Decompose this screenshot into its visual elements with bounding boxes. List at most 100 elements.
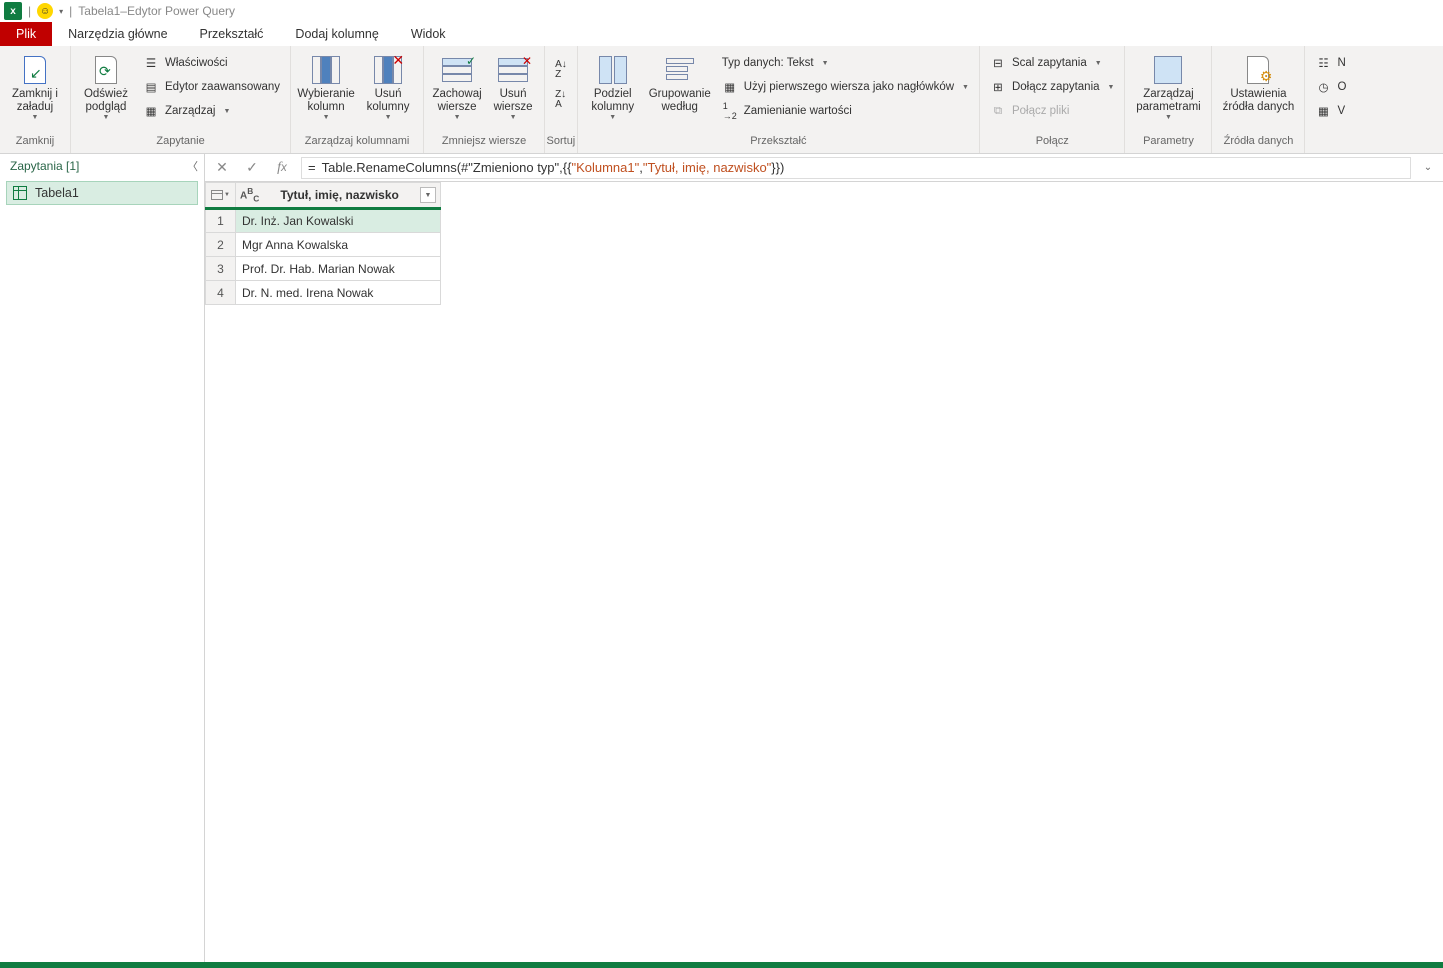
table-row[interactable]: 4Dr. N. med. Irena Nowak	[206, 281, 441, 305]
cancel-formula-button[interactable]: ✕	[211, 157, 233, 179]
close-and-load-button[interactable]: ↙ Zamknij i załaduj ▼	[6, 50, 64, 121]
group-reduce-rows-label: Zmniejsz wiersze	[424, 135, 544, 153]
formula-equals: =	[308, 160, 316, 175]
caret-down-icon: ▼	[1108, 84, 1115, 91]
expand-formula-button[interactable]: ⌄	[1419, 162, 1437, 173]
table-icon	[211, 190, 223, 200]
table-icon: ▦	[722, 79, 738, 95]
type-text-icon: ABC	[240, 186, 259, 203]
new-source-button[interactable]: ☷N	[1311, 52, 1350, 74]
collapse-pane-icon[interactable]: 〈	[187, 158, 198, 174]
use-first-row-headers-button[interactable]: ▦Użyj pierwszego wiersza jako nagłówków▼	[718, 76, 973, 98]
group-new-query: ☷N ◷O ▦V	[1305, 46, 1356, 153]
properties-icon: ☰	[143, 55, 159, 71]
formula-string-1: "Kolumna1"	[571, 160, 639, 175]
caret-down-icon: ▼	[32, 114, 39, 121]
table-row[interactable]: 3Prof. Dr. Hab. Marian Nowak	[206, 257, 441, 281]
remove-columns-button[interactable]: ✕ Usuń kolumny ▼	[359, 50, 417, 121]
split-column-button[interactable]: Podziel kolumny ▼	[584, 50, 642, 121]
merge-queries-label: Scal zapytania	[1012, 57, 1087, 69]
table-row[interactable]: 1Dr. Inż. Jan Kowalski	[206, 209, 441, 233]
accept-formula-button[interactable]: ✓	[241, 157, 263, 179]
tab-transform[interactable]: Przekształć	[184, 22, 280, 46]
manage-parameters-label: Zarządzaj parametrami	[1136, 88, 1201, 114]
enter-data-icon: ▦	[1315, 103, 1331, 119]
enter-data-label: V	[1337, 105, 1345, 117]
query-item-tabela1[interactable]: Tabela1	[6, 181, 198, 205]
tab-add-column[interactable]: Dodaj kolumnę	[279, 22, 394, 46]
editor-icon: ▤	[143, 79, 159, 95]
combine-files-label: Połącz pliki	[1012, 105, 1070, 117]
group-data-sources-label: Źródła danych	[1212, 135, 1304, 153]
smiley-icon[interactable]: ☺	[37, 3, 53, 19]
data-type-button[interactable]: Typ danych: Tekst▼	[718, 52, 973, 74]
queries-pane-title: Zapytania [1]	[10, 159, 79, 173]
separator: |	[69, 4, 72, 18]
keep-rows-label: Zachowaj wiersze	[432, 88, 481, 114]
ribbon: ↙ Zamknij i załaduj ▼ Zamknij ⟳ Odśwież …	[0, 46, 1443, 154]
refresh-preview-button[interactable]: ⟳ Odśwież podgląd ▼	[77, 50, 135, 121]
formula-text-3: }})	[771, 160, 784, 175]
tab-view[interactable]: Widok	[395, 22, 462, 46]
grid-corner-menu[interactable]: ▼	[206, 183, 236, 209]
qat-dropdown-icon[interactable]: ▾	[59, 7, 63, 16]
separator: |	[28, 4, 31, 18]
split-column-label: Podziel kolumny	[591, 88, 634, 114]
caret-down-icon: ▼	[609, 114, 616, 121]
sort-desc-button[interactable]: Z↓A	[555, 86, 567, 114]
replace-icon: 1→2	[722, 103, 738, 119]
append-queries-button[interactable]: ⊞ Dołącz zapytania ▼	[986, 76, 1119, 98]
sort-asc-button[interactable]: A↓Z	[555, 56, 567, 84]
row-number: 4	[206, 281, 236, 305]
window-title: Tabela1–Edytor Power Query	[78, 4, 235, 18]
sort-asc-icon: A↓Z	[555, 60, 567, 80]
fx-icon[interactable]: fx	[271, 157, 293, 179]
properties-label: Właściwości	[165, 57, 228, 69]
column-filter-button[interactable]: ▼	[420, 187, 436, 203]
queries-pane: Zapytania [1] 〈 Tabela1	[0, 154, 205, 962]
manage-parameters-button[interactable]: Zarządzaj parametrami ▼	[1131, 50, 1205, 121]
data-source-settings-button[interactable]: ⚙ Ustawienia źródła danych	[1218, 50, 1298, 114]
tab-home[interactable]: Narzędzia główne	[52, 22, 183, 46]
replace-values-button[interactable]: 1→2 Zamienianie wartości	[718, 100, 973, 122]
column-header[interactable]: ABC Tytuł, imię, nazwisko ▼	[236, 183, 441, 209]
query-item-label: Tabela1	[35, 186, 79, 200]
keep-rows-button[interactable]: ✓ Zachowaj wiersze ▼	[430, 50, 484, 121]
formula-bar: ✕ ✓ fx = Table.RenameColumns(#"Zmieniono…	[205, 154, 1443, 182]
choose-columns-button[interactable]: Wybieranie kolumn ▼	[297, 50, 355, 121]
status-bar	[0, 962, 1443, 968]
enter-data-button[interactable]: ▦V	[1311, 100, 1350, 122]
main-area: ✕ ✓ fx = Table.RenameColumns(#"Zmieniono…	[205, 154, 1443, 962]
group-query-label: Zapytanie	[71, 135, 290, 153]
manage-icon: ▦	[143, 103, 159, 119]
data-preview: ▼ ABC Tytuł, imię, nazwisko ▼ 1Dr. Inż. …	[205, 182, 1443, 305]
caret-down-icon: ▼	[1165, 114, 1172, 121]
caret-down-icon: ▼	[323, 114, 330, 121]
append-icon: ⊞	[990, 79, 1006, 95]
caret-down-icon: ▼	[103, 114, 110, 121]
merge-queries-button[interactable]: ⊟Scal zapytania▼	[986, 52, 1119, 74]
formula-input[interactable]: = Table.RenameColumns(#"Zmieniono typ",{…	[301, 157, 1411, 179]
close-and-load-label: Zamknij i załaduj	[12, 88, 58, 114]
row-number: 2	[206, 233, 236, 257]
replace-values-label: Zamienianie wartości	[744, 105, 852, 117]
new-source-icon: ☷	[1315, 55, 1331, 71]
properties-button[interactable]: ☰ Właściwości	[139, 52, 284, 74]
caret-down-icon: ▼	[962, 84, 969, 91]
tab-file[interactable]: Plik	[0, 22, 52, 46]
manage-button[interactable]: ▦Zarządzaj▼	[139, 100, 284, 122]
table-row[interactable]: 2Mgr Anna Kowalska	[206, 233, 441, 257]
recent-label: O	[1337, 81, 1346, 93]
group-combine: ⊟Scal zapytania▼ ⊞ Dołącz zapytania ▼ ⧉ Poł…	[980, 46, 1126, 153]
group-by-label: Grupowanie według	[649, 88, 711, 114]
cell: Prof. Dr. Hab. Marian Nowak	[236, 257, 441, 281]
advanced-editor-button[interactable]: ▤Edytor zaawansowany	[139, 76, 284, 98]
append-queries-label: Dołącz zapytania	[1012, 81, 1100, 93]
remove-rows-button[interactable]: ✕ Usuń wiersze ▼	[488, 50, 538, 121]
title-bar: x | ☺ ▾ | Tabela1–Edytor Power Query	[0, 0, 1443, 22]
group-by-button[interactable]: Grupowanie według	[646, 50, 714, 114]
recent-sources-button[interactable]: ◷O	[1311, 76, 1350, 98]
group-transform-label: Przekształć	[578, 135, 979, 153]
row-number: 1	[206, 209, 236, 233]
files-icon: ⧉	[990, 103, 1006, 119]
